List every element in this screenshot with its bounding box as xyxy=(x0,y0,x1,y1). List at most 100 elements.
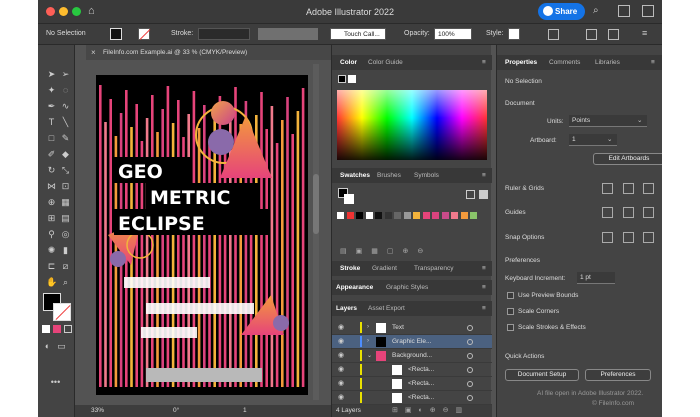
draw-normal-icon[interactable]: ◐ xyxy=(42,341,53,352)
color-swatch[interactable] xyxy=(356,212,363,219)
line-tool-icon[interactable]: ╲ xyxy=(60,117,71,128)
target-icon[interactable] xyxy=(467,325,473,331)
tab-color[interactable]: Color xyxy=(340,59,357,66)
curvature-tool-icon[interactable]: ∿ xyxy=(60,101,71,112)
zoom-tool-icon[interactable]: ⌕ xyxy=(60,277,71,288)
target-icon[interactable] xyxy=(467,367,473,373)
swatch-stroke-icon[interactable] xyxy=(344,194,354,204)
fill-color-swatch[interactable] xyxy=(110,28,122,40)
tab-properties[interactable]: Properties xyxy=(505,59,537,66)
rotation-value[interactable]: 0° xyxy=(173,407,179,414)
edit-artboards-button[interactable]: Edit Artboards xyxy=(593,153,662,165)
screen-mode-icon[interactable]: ▭ xyxy=(56,341,67,352)
target-icon[interactable] xyxy=(467,339,473,345)
ruler-icon[interactable] xyxy=(602,183,613,194)
none-mode-icon[interactable] xyxy=(64,325,72,333)
tab-brushes[interactable]: Brushes xyxy=(377,172,401,179)
tab-asset-export[interactable]: Asset Export xyxy=(368,305,405,312)
transparency-grid-icon[interactable] xyxy=(643,183,654,194)
stroke-color-swatch[interactable] xyxy=(138,28,151,40)
color-swatch[interactable] xyxy=(337,212,344,219)
document-tab[interactable]: × FileInfo.com Example.ai @ 33 % (CMYK/P… xyxy=(86,45,334,60)
color-mode-icon[interactable] xyxy=(42,325,50,333)
align-icon[interactable] xyxy=(586,29,597,40)
zoom-level[interactable]: 33% xyxy=(91,407,104,414)
preferences-button[interactable]: Preferences xyxy=(585,369,651,381)
tab-transparency[interactable]: Transparency xyxy=(414,265,454,272)
rectangle-tool-icon[interactable]: □ xyxy=(46,133,57,144)
target-icon[interactable] xyxy=(467,353,473,359)
tab-gradient[interactable]: Gradient xyxy=(372,265,397,272)
rotate-tool-icon[interactable]: ↻ xyxy=(46,165,57,176)
expand-arrow-icon[interactable]: › xyxy=(367,324,369,330)
appearance-panel-menu-icon[interactable]: ≡ xyxy=(482,284,486,291)
color-swatch[interactable] xyxy=(384,212,392,219)
expand-arrow-icon[interactable]: › xyxy=(367,338,369,344)
layer-row-rectangle[interactable]: ◉ <Recta... xyxy=(332,363,492,377)
free-transform-tool-icon[interactable]: ⊡ xyxy=(60,181,71,192)
tab-libraries[interactable]: Libraries xyxy=(595,59,620,66)
color-swatch[interactable] xyxy=(441,212,449,219)
layer-row-rectangle[interactable]: ◉ <Recta... xyxy=(332,391,492,405)
slice-tool-icon[interactable]: ⧄ xyxy=(60,261,71,272)
graph-tool-icon[interactable]: ▮ xyxy=(60,245,71,256)
vertical-scroll-thumb[interactable] xyxy=(313,174,319,234)
opacity-field[interactable]: 100% xyxy=(434,28,472,40)
layers-panel-menu-icon[interactable]: ≡ xyxy=(482,305,486,312)
shape-builder-tool-icon[interactable]: ⊕ xyxy=(46,197,57,208)
color-swatch[interactable] xyxy=(346,212,354,219)
document-setup-button[interactable]: Document Setup xyxy=(505,369,579,381)
gradient-mode-icon[interactable] xyxy=(53,325,61,333)
units-dropdown[interactable]: Points ⌄ xyxy=(569,115,647,127)
document-setup-icon[interactable] xyxy=(548,29,559,40)
search-icon[interactable]: ⌕ xyxy=(593,5,599,16)
scale-corners-checkbox[interactable] xyxy=(507,308,514,315)
eraser-tool-icon[interactable]: ◆ xyxy=(60,149,71,160)
artboard-number[interactable]: 1 xyxy=(243,407,247,414)
eye-icon[interactable]: ◉ xyxy=(338,394,347,401)
selection-tool-icon[interactable]: ➤ xyxy=(46,69,57,80)
use-preview-bounds-checkbox[interactable] xyxy=(507,292,514,299)
properties-menu-icon[interactable]: ≡ xyxy=(651,59,655,66)
paintbrush-tool-icon[interactable]: ✎ xyxy=(60,133,71,144)
tab-swatches[interactable]: Swatches xyxy=(340,172,370,179)
tab-appearance[interactable]: Appearance xyxy=(336,284,373,291)
stroke-weight-field[interactable] xyxy=(198,28,250,40)
show-guides-icon[interactable] xyxy=(602,207,613,218)
eyedropper-tool-icon[interactable]: ⚲ xyxy=(46,229,57,240)
snap-to-glyph-icon[interactable] xyxy=(643,232,654,243)
snap-to-pixel-icon[interactable] xyxy=(623,232,634,243)
color-swatch[interactable] xyxy=(413,212,420,219)
color-panel-menu-icon[interactable]: ≡ xyxy=(482,59,486,66)
stroke-swatch[interactable] xyxy=(53,303,71,321)
workspace-switcher-icon[interactable] xyxy=(642,5,654,17)
grid-view-icon[interactable] xyxy=(479,190,488,199)
type-tool-icon[interactable]: T xyxy=(46,117,57,128)
stroke-panel-menu-icon[interactable]: ≡ xyxy=(482,265,486,272)
target-icon[interactable] xyxy=(467,381,473,387)
eye-icon[interactable]: ◉ xyxy=(338,366,347,373)
perspective-grid-tool-icon[interactable]: ▦ xyxy=(60,197,71,208)
variable-width-profile[interactable] xyxy=(258,28,318,40)
vertical-scrollbar[interactable] xyxy=(313,64,319,400)
keyboard-increment-field[interactable]: 1 pt xyxy=(577,272,615,284)
gradient-tool-icon[interactable]: ▤ xyxy=(60,213,71,224)
pen-tool-icon[interactable]: ✒ xyxy=(46,101,57,112)
lasso-tool-icon[interactable]: ◌ xyxy=(60,85,71,96)
transform-icon[interactable] xyxy=(608,29,619,40)
grid-icon[interactable] xyxy=(623,183,634,194)
layer-row-graphic-elements[interactable]: ◉ › Graphic Ele... xyxy=(332,335,492,349)
collapse-arrow-icon[interactable]: ⌄ xyxy=(367,352,372,359)
lock-guides-icon[interactable] xyxy=(623,207,634,218)
color-swatch[interactable] xyxy=(394,212,401,219)
layer-row-text[interactable]: ◉ › Text xyxy=(332,321,492,335)
direct-selection-tool-icon[interactable]: ➢ xyxy=(60,69,71,80)
mesh-tool-icon[interactable]: ⊞ xyxy=(46,213,57,224)
eye-icon[interactable]: ◉ xyxy=(338,324,347,331)
layer-row-background[interactable]: ◉ ⌄ Background... xyxy=(332,349,492,363)
width-tool-icon[interactable]: ⋈ xyxy=(46,181,57,192)
color-fill-icon[interactable] xyxy=(338,75,346,83)
scale-tool-icon[interactable]: ⤡ xyxy=(60,165,71,176)
tab-stroke[interactable]: Stroke xyxy=(340,265,360,272)
arrange-documents-icon[interactable] xyxy=(618,5,630,17)
